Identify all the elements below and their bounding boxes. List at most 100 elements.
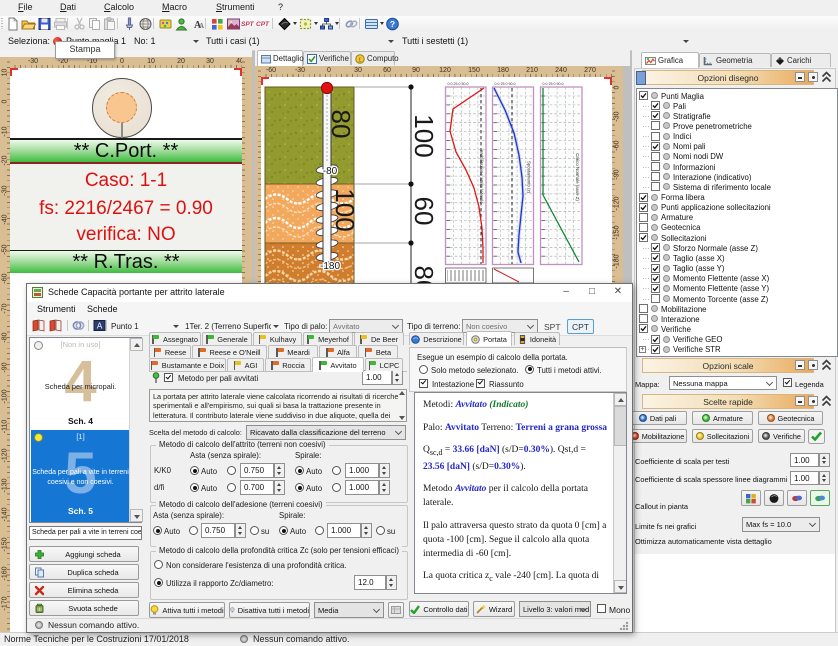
- tree-item-momento-torcente-asse-z[interactable]: Momento Torcente (asse Z): [637, 294, 835, 304]
- controllo-dati-button[interactable]: Controllo dati: [409, 601, 469, 617]
- colors-icon[interactable]: [210, 17, 225, 31]
- metodo-avvitati-spinner[interactable]: [392, 370, 403, 385]
- collapse-chevron-icon[interactable]: [821, 71, 832, 83]
- section2-min-button[interactable]: [795, 360, 805, 370]
- scelta-combo[interactable]: Ricavato dalla classificazione del terre…: [246, 425, 406, 440]
- attiva-tutti-button[interactable]: Attiva tutti i metodi: [149, 602, 225, 618]
- kk0-asta-value-radio[interactable]: [227, 466, 236, 475]
- quick-geotecnica-button[interactable]: Geotecnica: [758, 411, 823, 425]
- callout-pile-button[interactable]: [787, 490, 807, 506]
- card-sch4[interactable]: [Non in uso] 4 Scheda per micropali. Sch…: [31, 338, 130, 430]
- selection-grid-icon[interactable]: [298, 17, 313, 31]
- section1-min-button[interactable]: [795, 72, 805, 82]
- mono-checkbox[interactable]: [597, 604, 606, 613]
- coef-linee-spinner[interactable]: [819, 471, 830, 485]
- tree-item-pali[interactable]: Pali: [637, 101, 835, 111]
- dfi-spirale-auto-radio[interactable]: [295, 483, 304, 492]
- dialog-close-button[interactable]: ✕: [605, 284, 631, 301]
- intestazione-checkbox[interactable]: [419, 379, 428, 388]
- dfi-spirale-value-radio[interactable]: [332, 483, 341, 492]
- spt-button[interactable]: SPT: [544, 322, 561, 332]
- dfi-spirale-value[interactable]: 1.000: [345, 480, 379, 495]
- section-scelte-rapide[interactable]: Scelte rapide: [642, 394, 814, 409]
- tree-item-verifiche-str[interactable]: +Verifiche STR: [637, 345, 835, 355]
- tree-item-geotecnica[interactable]: +Geotecnica: [637, 223, 835, 233]
- tree-item-forma-libera[interactable]: +Forma libera: [637, 193, 835, 203]
- globe-icon[interactable]: [138, 17, 153, 31]
- tree-item-interazione-indicativo[interactable]: Interazione (indicativo): [637, 172, 835, 182]
- tree-item-interazione[interactable]: Interazione: [637, 314, 835, 324]
- coef-testi-value[interactable]: 1.00: [790, 453, 819, 467]
- section2-dot-button[interactable]: [808, 360, 818, 370]
- tree-checkbox[interactable]: [651, 253, 660, 262]
- section-opzioni-scale[interactable]: Opzioni scale: [642, 358, 814, 373]
- livello-combo[interactable]: Livello 3: valori med: [519, 601, 591, 617]
- tree-checkbox[interactable]: [651, 294, 660, 303]
- tree-item-punti-applicazione-sollecitazioni[interactable]: +Punti applicazione sollecitazioni: [637, 203, 835, 213]
- collapse-chevron-icon[interactable]: [821, 395, 832, 407]
- dialog-titlebar[interactable]: Schede Capacità portante per attrito lat…: [27, 284, 632, 303]
- method-tab-bustamante-e-doix[interactable]: Bustamante e Doix: [149, 358, 226, 371]
- method-tab-de-beer[interactable]: De Beer: [354, 332, 404, 345]
- limite-combo[interactable]: Max fs = 10.0: [742, 517, 820, 532]
- tab-carichi[interactable]: Carichi: [771, 53, 831, 67]
- tree-item-punti-maglia[interactable]: −Punti Maglia: [637, 91, 835, 101]
- tree-checkbox[interactable]: [651, 121, 660, 130]
- user-icon[interactable]: [174, 17, 189, 31]
- collapse-chevron-icon[interactable]: [821, 359, 832, 371]
- expand-icon[interactable]: +: [639, 346, 646, 353]
- aggiungi-scheda-button[interactable]: Aggiungi scheda: [29, 546, 139, 562]
- cpt-button[interactable]: CPT: [567, 319, 594, 334]
- dialog-tab-idoneit[interactable]: Idoneità: [514, 332, 560, 345]
- scroll-up-icon[interactable]: [399, 391, 405, 395]
- spt-icon[interactable]: SPT: [241, 17, 256, 31]
- media-combo[interactable]: Media: [314, 602, 384, 618]
- quick-check-button[interactable]: [808, 429, 825, 444]
- card-name-input[interactable]: Scheda per pali a vite in terreni coesiv…: [29, 526, 142, 540]
- legenda-checkbox[interactable]: [783, 378, 792, 387]
- scroll-down-icon[interactable]: [614, 580, 627, 593]
- book-red-icon[interactable]: [49, 319, 62, 332]
- section-opzioni-disegno[interactable]: Opzioni disegno: [642, 70, 814, 85]
- open-folder-icon[interactable]: [21, 17, 36, 31]
- adesione-spirale-value[interactable]: 1.000: [327, 523, 361, 538]
- kk0-asta-spinner[interactable]: [274, 463, 285, 478]
- rapporto-radio[interactable]: [154, 578, 163, 587]
- new-file-icon[interactable]: [5, 17, 20, 31]
- kk0-asta-auto-radio[interactable]: [190, 466, 199, 475]
- menu-macro[interactable]: Macro: [162, 2, 187, 12]
- method-tab-beta[interactable]: Beta: [358, 345, 398, 358]
- clip-icon[interactable]: [72, 319, 85, 332]
- tree-item-verifiche-geo[interactable]: Verifiche GEO: [637, 335, 835, 345]
- tree-checkbox[interactable]: [639, 233, 648, 242]
- method-tab-meardi[interactable]: Meardi: [268, 345, 318, 358]
- tree-item-sforzo-normale-asse-z[interactable]: Sforzo Normale (asse Z): [637, 243, 835, 253]
- tree-checkbox[interactable]: [651, 132, 660, 141]
- kk0-spirale-spinner[interactable]: [379, 463, 390, 478]
- duplica-scheda-button[interactable]: Duplica scheda: [29, 564, 139, 580]
- point-combo-arrow[interactable]: [193, 40, 199, 43]
- method-tab-avvitato[interactable]: Avvitato: [312, 357, 364, 372]
- wizard-button[interactable]: Wizard: [473, 601, 515, 617]
- scrollbar-thumb[interactable]: [614, 406, 627, 446]
- quick-mobilitazione-button[interactable]: Mobilitazione: [628, 429, 687, 443]
- adesione-asta-value[interactable]: 0.750: [201, 523, 235, 538]
- toolbar-grip[interactable]: [1, 18, 3, 29]
- quick-armature-button[interactable]: Armature: [692, 411, 753, 425]
- method-tab-agi[interactable]: AGI: [227, 358, 264, 371]
- cpt-icon[interactable]: CPT: [256, 17, 271, 31]
- help-icon[interactable]: ?: [385, 17, 400, 31]
- tree-checkbox[interactable]: [651, 142, 660, 151]
- tab-dettaglio[interactable]: Dettaglio: [257, 50, 303, 66]
- adesione-spirale-spinner[interactable]: [361, 523, 372, 538]
- tree-item-informazioni[interactable]: Informazioni: [637, 162, 835, 172]
- menu-dati[interactable]: Dati: [60, 2, 76, 12]
- menu-help[interactable]: ?: [278, 2, 283, 12]
- paste-icon[interactable]: [102, 17, 117, 31]
- method-description-box[interactable]: La portata per attrito laterale viene ca…: [149, 389, 407, 422]
- copy-icon[interactable]: [87, 17, 102, 31]
- tree-checkbox[interactable]: [639, 304, 648, 313]
- method-tab-assegnato[interactable]: Assegnato: [149, 332, 201, 345]
- callout-green-button[interactable]: [810, 490, 830, 506]
- tree-checkbox[interactable]: [639, 223, 648, 232]
